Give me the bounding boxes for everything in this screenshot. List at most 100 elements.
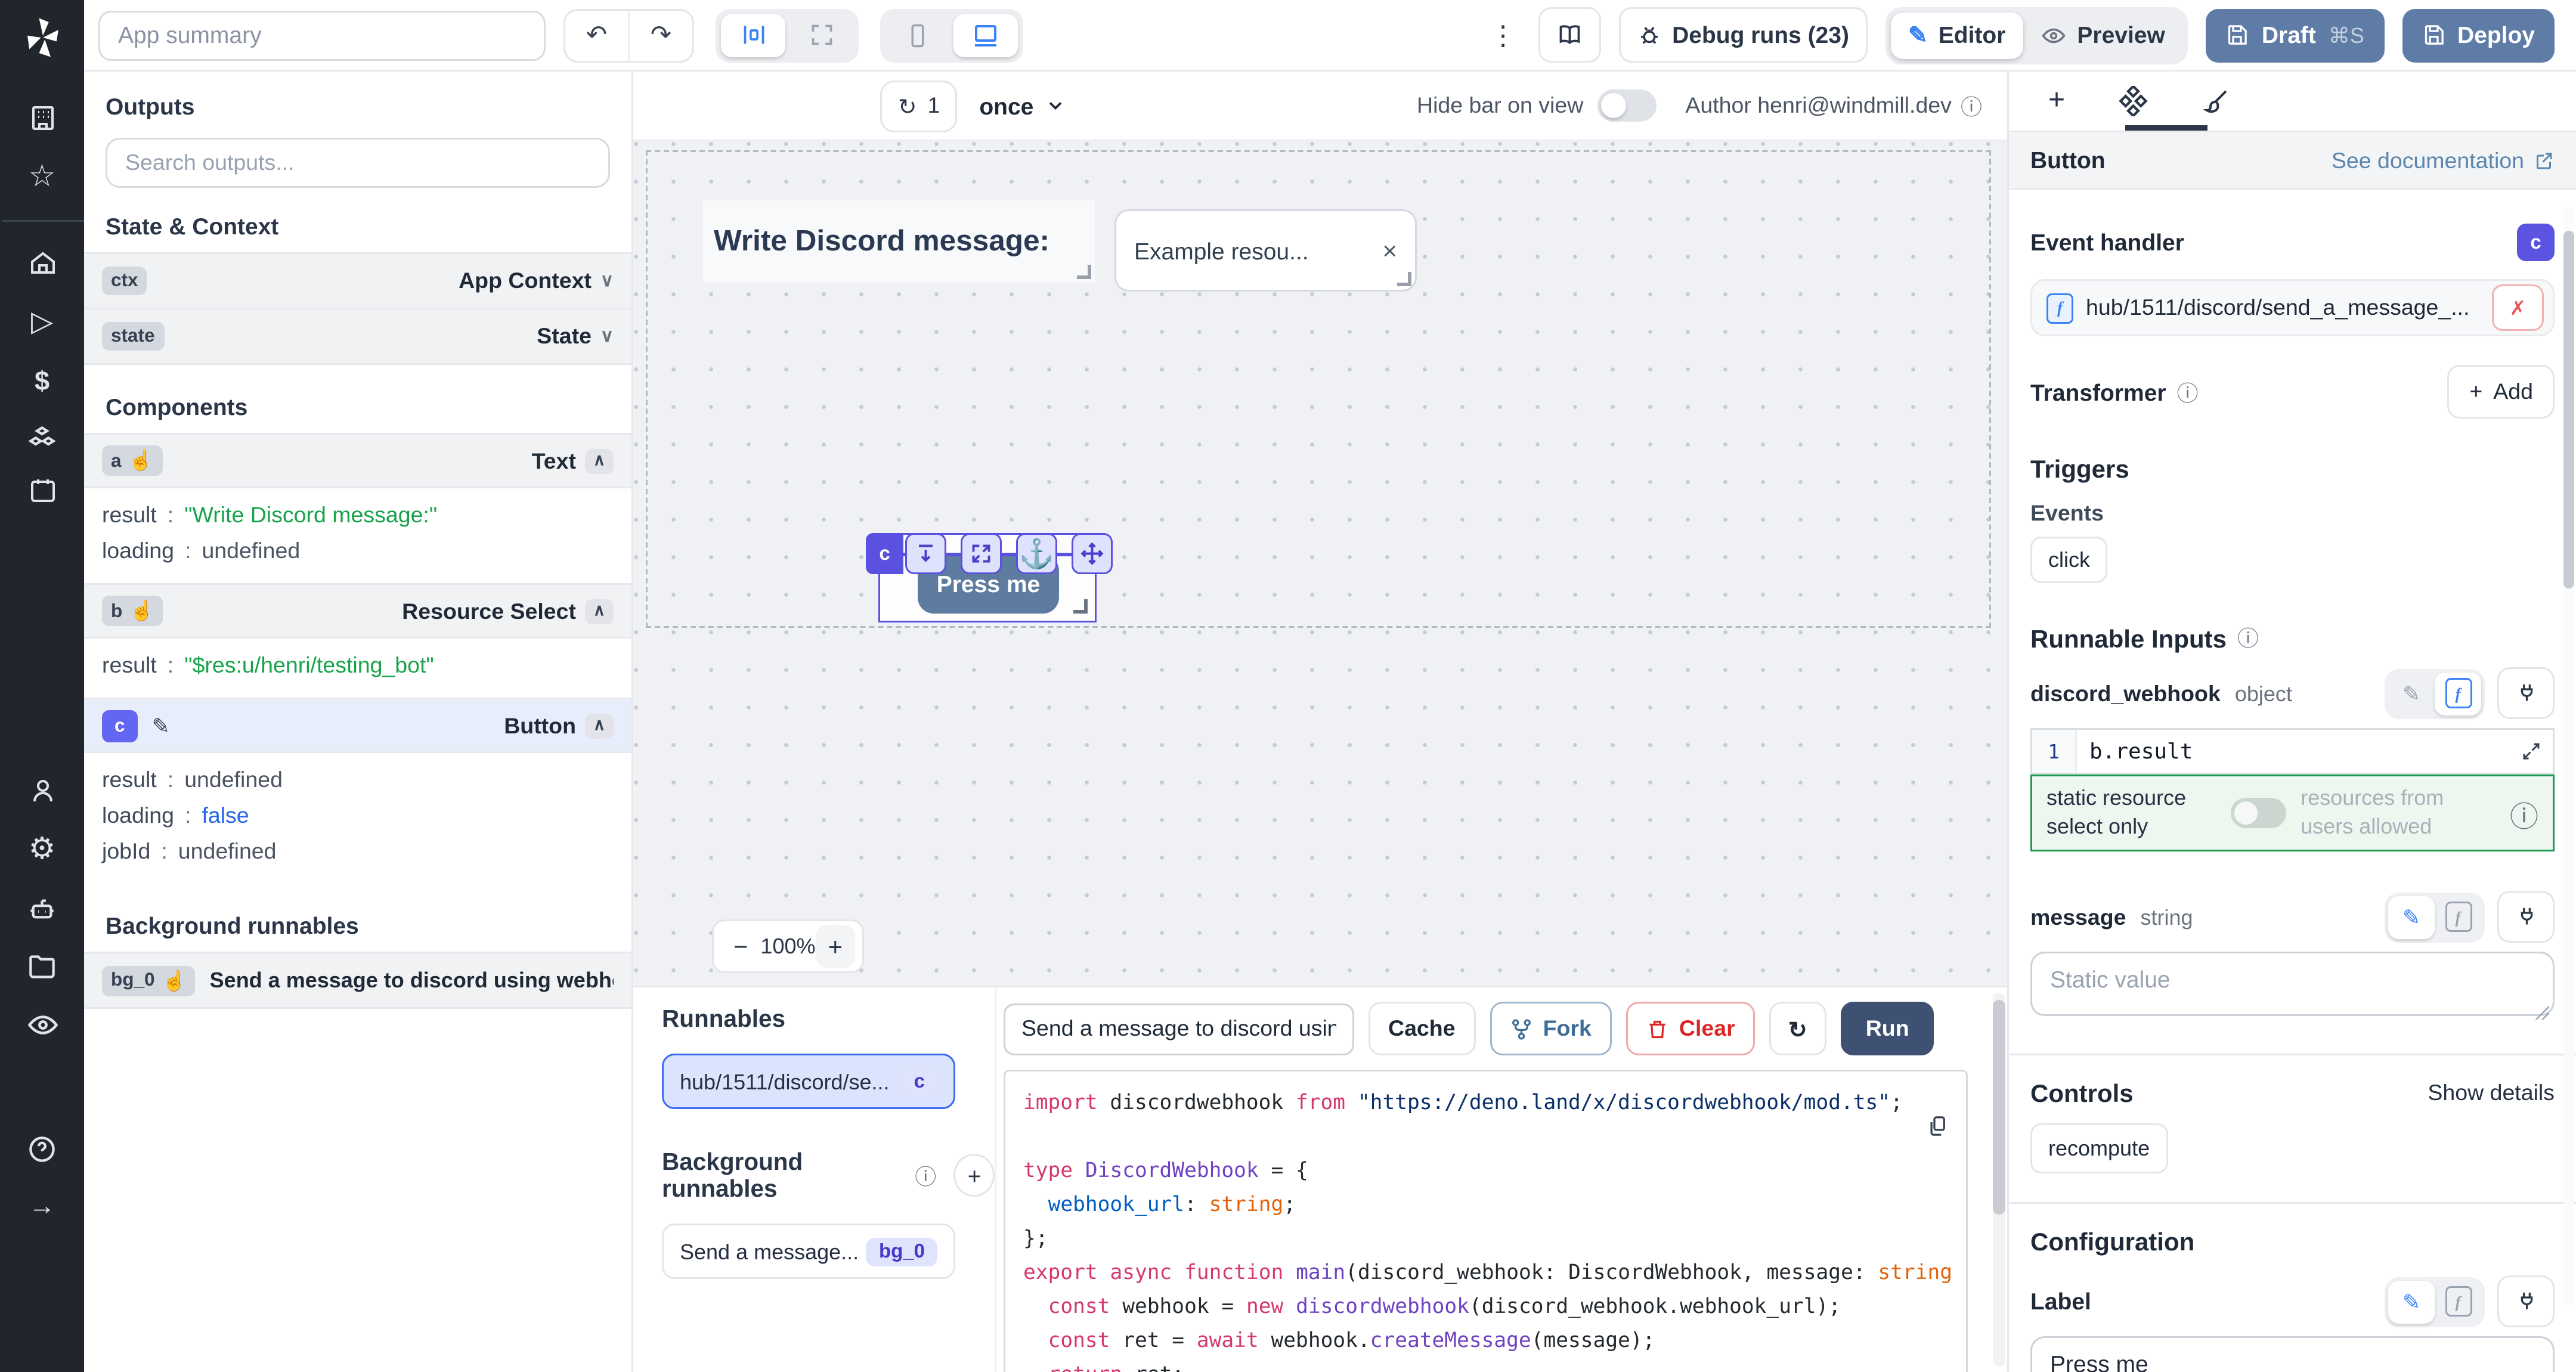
play-icon[interactable]: ▷ [31, 304, 53, 340]
connect-plug-button[interactable] [2497, 891, 2555, 943]
chevron-down-icon[interactable]: ∨ [600, 327, 614, 346]
styling-tab[interactable] [2203, 87, 2231, 116]
show-details-link[interactable]: Show details [2428, 1081, 2555, 1106]
comp-a-type: Text [532, 448, 576, 473]
debug-runs-button[interactable]: Debug runs (23) [1618, 7, 1867, 63]
home-icon[interactable] [28, 249, 57, 277]
ctx-row[interactable]: ctx App Context ∨ [84, 252, 631, 309]
zoom-in-button[interactable]: + [816, 925, 855, 968]
run-button[interactable]: Run [1841, 1002, 1934, 1055]
desktop-view-button[interactable] [953, 14, 1018, 57]
pencil-icon[interactable]: ✎ [152, 713, 170, 738]
component-row-a[interactable]: a☝ Text ∧ [84, 433, 631, 488]
windmill-logo[interactable] [19, 14, 66, 61]
script-name-input[interactable] [1004, 1003, 1354, 1055]
label-value-input[interactable]: Press me [2030, 1337, 2555, 1372]
chevron-up-icon[interactable]: ∧ [585, 599, 614, 624]
info-icon[interactable]: ⓘ [1961, 91, 1982, 121]
refresh-count-button[interactable]: ↻ 1 [880, 80, 958, 132]
recompute-button[interactable]: recompute [2030, 1124, 2168, 1174]
expand-icon[interactable] [961, 533, 1002, 574]
deploy-button[interactable]: Deploy [2402, 8, 2555, 62]
eval-mode-button[interactable]: f [2435, 672, 2481, 715]
resize-handle[interactable] [1077, 265, 1091, 279]
add-background-runnable-button[interactable]: + [954, 1154, 995, 1197]
search-outputs-input[interactable] [106, 138, 610, 188]
connect-plug-button[interactable] [2497, 667, 2555, 719]
fork-button[interactable]: Fork [1490, 1002, 1611, 1055]
editor-scrollbar[interactable] [1993, 993, 2005, 1367]
center-layout-button[interactable] [721, 14, 785, 57]
expand-layout-button[interactable] [789, 14, 853, 57]
eye-icon[interactable] [26, 1009, 58, 1041]
eval-mode-button[interactable]: f [2435, 896, 2481, 939]
resize-grip-icon[interactable] [2535, 1006, 2549, 1020]
static-resource-toggle[interactable] [2231, 798, 2286, 828]
add-transformer-button[interactable]: +Add [2448, 365, 2555, 419]
connect-plug-button[interactable] [2497, 1276, 2555, 1328]
copy-icon[interactable] [1927, 1114, 1950, 1138]
chevron-up-icon[interactable]: ∧ [585, 713, 614, 738]
clear-button[interactable]: Clear [1626, 1002, 1755, 1055]
component-row-b[interactable]: b☝ Resource Select ∧ [84, 583, 631, 639]
gear-icon[interactable]: ⚙ [29, 832, 56, 868]
message-static-value-input[interactable] [2030, 952, 2555, 1017]
static-mode-button[interactable]: ✎ [2388, 1280, 2435, 1323]
help-icon[interactable] [27, 1134, 57, 1165]
event-click-pill[interactable]: click [2030, 537, 2108, 583]
background-runnable-item[interactable]: Send a message... bg_0 [662, 1224, 955, 1279]
bg0-row[interactable]: bg_0☝ Send a message to discord using we… [84, 952, 631, 1009]
anchor-icon[interactable]: ⚓ [1016, 533, 1057, 574]
remove-handler-button[interactable]: ✗ [2492, 284, 2544, 331]
dollar-icon[interactable]: $ [35, 367, 49, 397]
cache-button[interactable]: Cache [1368, 1002, 1475, 1055]
redo-button[interactable]: ↷ [628, 10, 692, 60]
chevron-down-icon[interactable]: ∨ [600, 271, 614, 291]
component-row-c[interactable]: c ✎ Button ∧ [84, 698, 631, 753]
expand-editor-icon[interactable] [2521, 741, 2553, 762]
mobile-view-button[interactable] [886, 14, 950, 57]
code-editor[interactable]: import discordwebhook from "https://deno… [1004, 1070, 1968, 1372]
frequency-dropdown[interactable]: once [979, 92, 1066, 119]
state-row[interactable]: state State ∨ [84, 309, 631, 365]
resize-handle[interactable] [1073, 599, 1088, 614]
hide-bar-toggle[interactable] [1597, 89, 1657, 122]
cubes-icon[interactable] [27, 424, 57, 454]
runnable-item-selected[interactable]: hub/1511/discord/se... c [662, 1054, 955, 1109]
folder-icon[interactable] [27, 952, 57, 982]
panel-scrollbar[interactable] [2563, 206, 2574, 1306]
resource-select-component[interactable]: Example resou... × [1114, 209, 1417, 292]
resize-handle[interactable] [1397, 272, 1411, 286]
tab-editor[interactable]: ✎ Editor [1890, 12, 2023, 58]
building-icon[interactable] [28, 104, 57, 132]
add-component-tab[interactable]: + [2048, 85, 2065, 117]
app-canvas[interactable]: Write Discord message: Example resou... … [633, 141, 2007, 986]
text-component[interactable]: Write Discord message: [703, 200, 1095, 283]
docs-book-button[interactable] [1538, 7, 1600, 63]
undo-button[interactable]: ↶ [565, 10, 628, 60]
arrow-right-icon[interactable]: → [29, 1191, 55, 1222]
clear-icon[interactable]: × [1382, 236, 1397, 265]
tab-preview[interactable]: Preview [2023, 12, 2182, 58]
chevron-up-icon[interactable]: ∧ [585, 448, 614, 473]
static-mode-button[interactable]: ✎ [2388, 896, 2435, 939]
eval-mode-button[interactable]: f [2435, 1280, 2481, 1323]
calendar-icon[interactable] [28, 476, 57, 504]
see-documentation-link[interactable]: See documentation [2332, 148, 2555, 173]
kebab-menu-icon[interactable]: ⋮ [1486, 19, 1520, 51]
move-icon[interactable] [1072, 533, 1113, 574]
refresh-script-button[interactable]: ↻ [1769, 1002, 1826, 1055]
app-summary-input[interactable] [98, 10, 546, 60]
user-icon[interactable] [28, 776, 57, 805]
event-handler-runnable[interactable]: f hub/1511/discord/send_a_message_... ✗ [2030, 279, 2555, 336]
component-settings-tab[interactable] [2119, 86, 2149, 116]
draft-button[interactable]: Draft ⌘S [2206, 8, 2384, 62]
static-mode-button[interactable]: ✎ [2388, 672, 2435, 715]
robot-icon[interactable] [27, 894, 57, 925]
star-icon[interactable]: ☆ [29, 159, 56, 195]
fill-height-icon[interactable] [905, 533, 946, 574]
button-component-selection[interactable]: c ⚓ Press me [878, 533, 1097, 622]
input-type: string [2141, 905, 2193, 930]
input-expression-editor[interactable]: 1 b.result [2030, 728, 2555, 775]
zoom-out-button[interactable]: − [721, 925, 760, 968]
